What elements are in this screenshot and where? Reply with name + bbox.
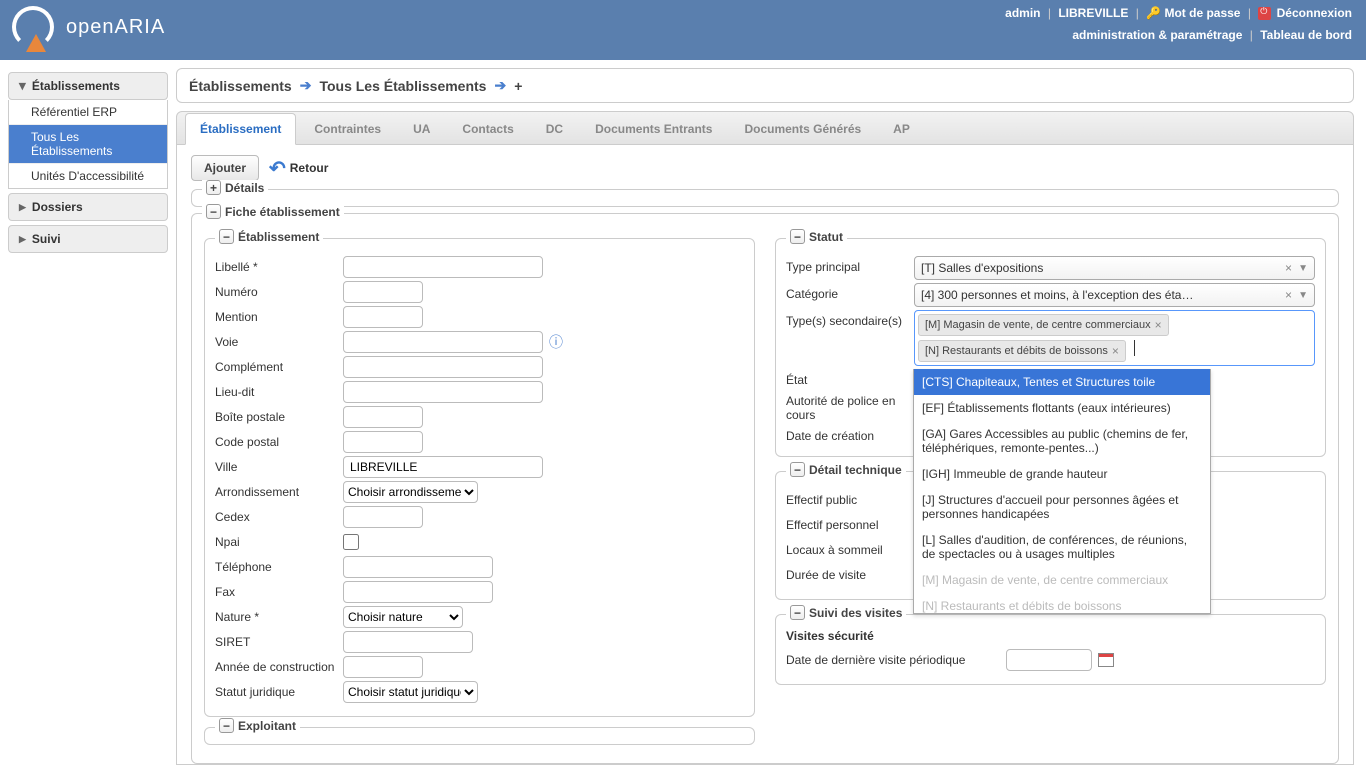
collapse-icon[interactable]: − bbox=[790, 462, 805, 477]
collapse-icon[interactable]: − bbox=[790, 229, 805, 244]
remove-chip-icon[interactable]: × bbox=[1112, 344, 1119, 358]
fieldset-fiche: −Fiche établissement −Établissement Libe… bbox=[191, 213, 1339, 764]
tab-documents-generes[interactable]: Documents Générés bbox=[730, 114, 875, 144]
chip: [M] Magasin de vente, de centre commerci… bbox=[918, 314, 1169, 336]
user-link[interactable]: admin bbox=[1005, 6, 1040, 20]
add-button[interactable]: Ajouter bbox=[191, 155, 259, 181]
expand-icon[interactable]: + bbox=[206, 180, 221, 195]
cp-input[interactable] bbox=[343, 431, 423, 453]
type-principal-select[interactable]: [T] Salles d'expositions × ▼ bbox=[914, 256, 1315, 280]
arrondissement-select[interactable]: Choisir arrondissement bbox=[343, 481, 478, 503]
admin-link[interactable]: administration & paramétrage bbox=[1072, 28, 1242, 42]
arrow-right-icon: ➔ bbox=[494, 77, 506, 94]
bp-input[interactable] bbox=[343, 406, 423, 428]
power-icon bbox=[1258, 7, 1271, 20]
app-header: openARIA admin | LIBREVILLE | 🔑 Mot de p… bbox=[0, 0, 1366, 60]
tab-contraintes[interactable]: Contraintes bbox=[300, 114, 395, 144]
telephone-input[interactable] bbox=[343, 556, 493, 578]
types-secondaires-multiselect[interactable]: [M] Magasin de vente, de centre commerci… bbox=[914, 310, 1315, 366]
siret-input[interactable] bbox=[343, 631, 473, 653]
clear-icon[interactable]: × bbox=[1285, 288, 1292, 302]
collapse-icon[interactable]: − bbox=[790, 605, 805, 620]
tab-ua[interactable]: UA bbox=[399, 114, 444, 144]
chip: [N] Restaurants et débits de boissons× bbox=[918, 340, 1126, 362]
dropdown-option[interactable]: [L] Salles d'audition, de conférences, d… bbox=[914, 527, 1210, 567]
dropdown-option[interactable]: [EF] Établissements flottants (eaux inté… bbox=[914, 395, 1210, 421]
sidebar-item-tous-etablissements[interactable]: Tous Les Établissements bbox=[9, 124, 167, 163]
dropdown-option[interactable]: [GA] Gares Accessibles au public (chemin… bbox=[914, 421, 1210, 461]
collapse-icon[interactable]: − bbox=[219, 229, 234, 244]
breadcrumb: Établissements ➔ Tous Les Établissements… bbox=[176, 68, 1354, 103]
calendar-icon[interactable] bbox=[1098, 653, 1114, 667]
dashboard-link[interactable]: Tableau de bord bbox=[1260, 28, 1352, 42]
back-arrow-icon: ↶ bbox=[269, 156, 286, 181]
dropdown-option[interactable]: [IGH] Immeuble de grande hauteur bbox=[914, 461, 1210, 487]
fieldset-etablissement: −Établissement Libellé * Numéro Mention … bbox=[204, 238, 755, 717]
remove-chip-icon[interactable]: × bbox=[1155, 318, 1162, 332]
voie-input[interactable] bbox=[343, 331, 543, 353]
app-name: openARIA bbox=[66, 16, 165, 39]
tab-etablissement[interactable]: Établissement bbox=[185, 113, 296, 145]
fieldset-exploitant: −Exploitant bbox=[204, 727, 755, 745]
collapse-icon[interactable]: − bbox=[219, 718, 234, 733]
fieldset-details: +Détails bbox=[191, 189, 1339, 207]
complement-input[interactable] bbox=[343, 356, 543, 378]
collapse-icon[interactable]: − bbox=[206, 204, 221, 219]
chevron-right-icon: ▶ bbox=[19, 234, 26, 245]
tab-documents-entrants[interactable]: Documents Entrants bbox=[581, 114, 726, 144]
lieudit-input[interactable] bbox=[343, 381, 543, 403]
key-icon: 🔑 bbox=[1146, 6, 1161, 20]
sidebar-item-referentiel[interactable]: Référentiel ERP bbox=[9, 100, 167, 124]
tab-contacts[interactable]: Contacts bbox=[448, 114, 527, 144]
types-secondaires-dropdown[interactable]: [CTS] Chapiteaux, Tentes et Structures t… bbox=[913, 369, 1211, 614]
fieldset-suivi-visites: −Suivi des visites Visites sécurité Date… bbox=[775, 614, 1326, 685]
breadcrumb-item: + bbox=[514, 78, 522, 94]
dropdown-option[interactable]: [J] Structures d'accueil pour personnes … bbox=[914, 487, 1210, 527]
tabs: Établissement Contraintes UA Contacts DC… bbox=[176, 111, 1354, 145]
location-link[interactable]: LIBREVILLE bbox=[1058, 6, 1128, 20]
annee-input[interactable] bbox=[343, 656, 423, 678]
nature-select[interactable]: Choisir nature bbox=[343, 606, 463, 628]
sidebar: ▶ Établissements Référentiel ERP Tous Le… bbox=[0, 60, 176, 769]
section-title: Visites sécurité bbox=[786, 629, 1315, 643]
fax-input[interactable] bbox=[343, 581, 493, 603]
dropdown-option[interactable]: [CTS] Chapiteaux, Tentes et Structures t… bbox=[914, 369, 1210, 395]
tab-dc[interactable]: DC bbox=[532, 114, 577, 144]
libelle-input[interactable] bbox=[343, 256, 543, 278]
sidebar-item-unites[interactable]: Unités D'accessibilité bbox=[9, 163, 167, 188]
npai-checkbox[interactable] bbox=[343, 534, 359, 550]
breadcrumb-item[interactable]: Tous Les Établissements bbox=[319, 78, 486, 94]
info-icon[interactable]: ⓘ bbox=[549, 332, 563, 352]
tab-ap[interactable]: AP bbox=[879, 114, 924, 144]
sidebar-section-dossiers[interactable]: ▶ Dossiers bbox=[8, 193, 168, 221]
clear-icon[interactable]: × bbox=[1285, 261, 1292, 275]
chevron-down-icon: ▼ bbox=[1298, 290, 1308, 301]
breadcrumb-item[interactable]: Établissements bbox=[189, 78, 292, 94]
statut-juridique-select[interactable]: Choisir statut juridique bbox=[343, 681, 478, 703]
chevron-down-icon: ▼ bbox=[1298, 263, 1308, 274]
mention-input[interactable] bbox=[343, 306, 423, 328]
back-link[interactable]: ↶ Retour bbox=[269, 156, 328, 181]
ville-input[interactable] bbox=[343, 456, 543, 478]
chevron-down-icon: ▶ bbox=[17, 83, 28, 90]
text-cursor bbox=[1134, 340, 1137, 356]
dropdown-option: [M] Magasin de vente, de centre commerci… bbox=[914, 567, 1210, 593]
password-link[interactable]: Mot de passe bbox=[1164, 6, 1240, 20]
sidebar-section-etablissements[interactable]: ▶ Établissements bbox=[8, 72, 168, 100]
logout-link[interactable]: Déconnexion bbox=[1277, 6, 1352, 20]
numero-input[interactable] bbox=[343, 281, 423, 303]
dropdown-option: [N] Restaurants et débits de boissons bbox=[914, 593, 1210, 614]
arrow-right-icon: ➔ bbox=[300, 77, 312, 94]
chevron-right-icon: ▶ bbox=[19, 202, 26, 213]
content-panel: Ajouter ↶ Retour +Détails −Fiche établis… bbox=[176, 145, 1354, 765]
date-derniere-input[interactable] bbox=[1006, 649, 1092, 671]
cedex-input[interactable] bbox=[343, 506, 423, 528]
categorie-select[interactable]: [4] 300 personnes et moins, à l'exceptio… bbox=[914, 283, 1315, 307]
sidebar-section-suivi[interactable]: ▶ Suivi bbox=[8, 225, 168, 253]
app-logo: openARIA bbox=[12, 6, 165, 48]
logo-icon bbox=[12, 6, 54, 48]
